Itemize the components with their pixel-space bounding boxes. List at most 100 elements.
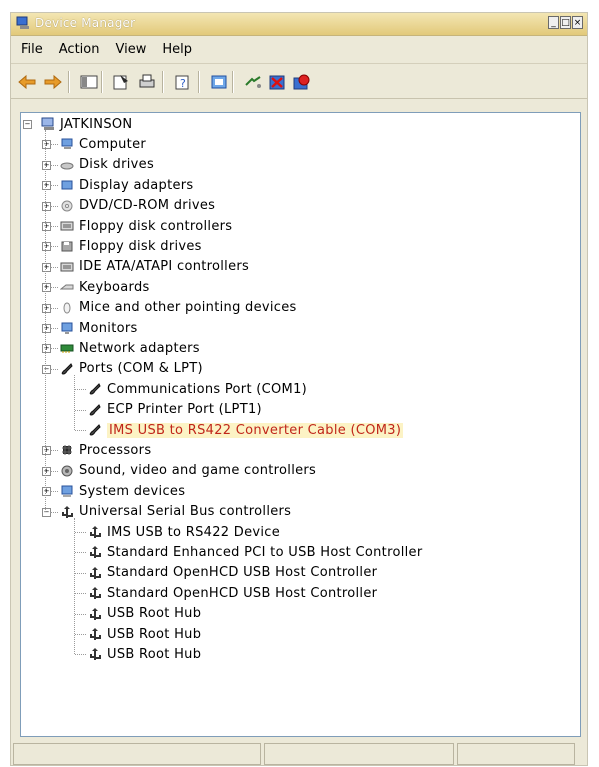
help-icon: ? (175, 75, 189, 90)
back-arrow-icon (18, 74, 36, 90)
device-node[interactable]: ECP Printer Port (LPT1) (88, 400, 262, 420)
tree-node-label: Sound, video and game controllers (79, 463, 317, 479)
toolbar: ? (11, 63, 587, 99)
category-monitors[interactable]: Monitors (60, 318, 138, 338)
usb-icon (90, 648, 101, 661)
tree-node-label: IDE ATA/ATAPI controllers (79, 259, 250, 275)
tree-connector-line (50, 348, 58, 350)
tree-node-label: IMS USB to RS422 Device (107, 524, 281, 540)
tree-connector-line (75, 552, 86, 554)
device-node[interactable]: USB Root Hub (88, 624, 201, 644)
category-keyboards[interactable]: Keyboards (60, 277, 150, 297)
port-icon (89, 383, 101, 395)
disable-button[interactable] (291, 73, 311, 91)
status-bar (11, 743, 587, 767)
category-disk-drives[interactable]: Disk drives (60, 155, 154, 175)
tree-connector-line (75, 532, 86, 533)
tree-connector-line (50, 450, 58, 452)
tree-connector-line (50, 470, 58, 472)
device-node[interactable]: Communications Port (COM1) (88, 379, 307, 399)
sound-icon (61, 465, 73, 477)
help-button[interactable]: ? (173, 73, 193, 91)
controller-icon (60, 262, 74, 272)
tree-connector-line (75, 634, 86, 635)
device-tree-pane[interactable]: JATKINSON − Computer + Disk drives + Display a… (20, 112, 581, 737)
category-ide-ata-atapi-controllers[interactable]: IDE ATA/ATAPI controllers (60, 257, 249, 277)
device-node[interactable]: USB Root Hub (88, 604, 201, 624)
category-ports-com-lpt[interactable]: Ports (COM & LPT) (60, 359, 203, 379)
tree-node-label: Floppy disk controllers (79, 218, 233, 234)
svg-text:?: ? (180, 77, 186, 90)
close-button[interactable]: × (572, 16, 583, 29)
minimize-button[interactable]: _ (548, 16, 559, 29)
port-icon (89, 424, 101, 436)
tree-node-label: Display adapters (79, 177, 194, 193)
usb-icon (90, 607, 101, 620)
tree-connector-line (74, 374, 75, 430)
monitor-icon (61, 322, 73, 334)
category-system-devices[interactable]: System devices (60, 481, 185, 501)
tree-node-label: Floppy disk drives (79, 238, 202, 254)
category-network-adapters[interactable]: Network adapters (60, 338, 200, 358)
tree-connector-line (50, 164, 58, 166)
category-sound-video-and-game-controllers[interactable]: Sound, video and game controllers (60, 461, 316, 481)
category-universal-serial-bus-controllers[interactable]: Universal Serial Bus controllers (60, 502, 291, 522)
show-hide-tree-button[interactable] (79, 73, 99, 91)
collapse-toggle[interactable]: − (23, 120, 32, 129)
usb-icon (62, 505, 73, 518)
status-panel-1 (13, 743, 261, 765)
device-node[interactable]: Standard Enhanced PCI to USB Host Contro… (88, 542, 422, 562)
tree-node-label: Universal Serial Bus controllers (79, 504, 292, 520)
tree-connector-line (75, 593, 86, 595)
menu-view[interactable]: View (107, 42, 154, 57)
category-mice-and-other-pointing-devices[interactable]: Mice and other pointing devices (60, 298, 297, 318)
properties-icon (113, 75, 128, 90)
dvd-drive-icon (61, 200, 73, 212)
device-node[interactable]: IMS USB to RS422 Converter Cable (COM3) (88, 420, 404, 440)
print-button[interactable] (137, 73, 157, 91)
usb-icon (90, 526, 101, 538)
properties-button[interactable] (111, 73, 131, 91)
device-manager-window: Device Manager _ □ × File Action View Help … (10, 12, 588, 766)
tree-node-label: Keyboards (79, 279, 150, 295)
toolbar-separator (68, 71, 70, 93)
category-processors[interactable]: Processors (60, 440, 151, 460)
tree-connector-line (50, 246, 58, 248)
category-computer[interactable]: Computer (60, 134, 146, 154)
title-bar[interactable]: Device Manager _ □ × (11, 13, 587, 36)
device-node[interactable]: USB Root Hub (88, 644, 201, 664)
device-node[interactable]: Standard OpenHCD USB Host Controller (88, 583, 377, 603)
tree-node-label: USB Root Hub (107, 606, 202, 622)
scan-hardware-button[interactable] (209, 73, 229, 91)
category-floppy-disk-drives[interactable]: Floppy disk drives (60, 236, 202, 256)
port-icon (89, 403, 101, 416)
tree-root-node[interactable]: JATKINSON (41, 114, 132, 134)
category-display-adapters[interactable]: Display adapters (60, 175, 194, 195)
uninstall-button[interactable] (267, 73, 287, 91)
tree-connector-line (50, 511, 58, 513)
device-node[interactable]: Standard OpenHCD USB Host Controller (88, 563, 377, 583)
back-arrow-button[interactable] (17, 73, 37, 91)
forward-arrow-button[interactable] (43, 73, 63, 91)
tree-node-label: System devices (79, 483, 186, 499)
menu-file[interactable]: File (11, 42, 51, 57)
maximize-button[interactable]: □ (560, 16, 571, 29)
device-node[interactable]: IMS USB to RS422 Device (88, 522, 280, 542)
tree-node-label: Disk drives (79, 157, 155, 173)
tree-node-label: Processors (79, 442, 152, 458)
tree-connector-line (75, 654, 86, 656)
mouse-icon (63, 302, 71, 314)
tree-connector-line (50, 491, 58, 493)
status-panel-2 (264, 743, 454, 765)
category-dvd-cd-rom-drives[interactable]: DVD/CD-ROM drives (60, 196, 215, 216)
category-floppy-disk-controllers[interactable]: Floppy disk controllers (60, 216, 232, 236)
tree-node-label: Ports (COM & LPT) (79, 361, 203, 377)
update-driver-icon (245, 76, 261, 88)
update-driver-button[interactable] (243, 73, 263, 91)
status-panel-3 (457, 743, 575, 765)
menu-help[interactable]: Help (154, 42, 200, 57)
menu-action[interactable]: Action (51, 42, 108, 57)
computer-node-icon (41, 117, 54, 130)
disable-icon (293, 74, 310, 90)
tree-connector-line (74, 517, 75, 655)
